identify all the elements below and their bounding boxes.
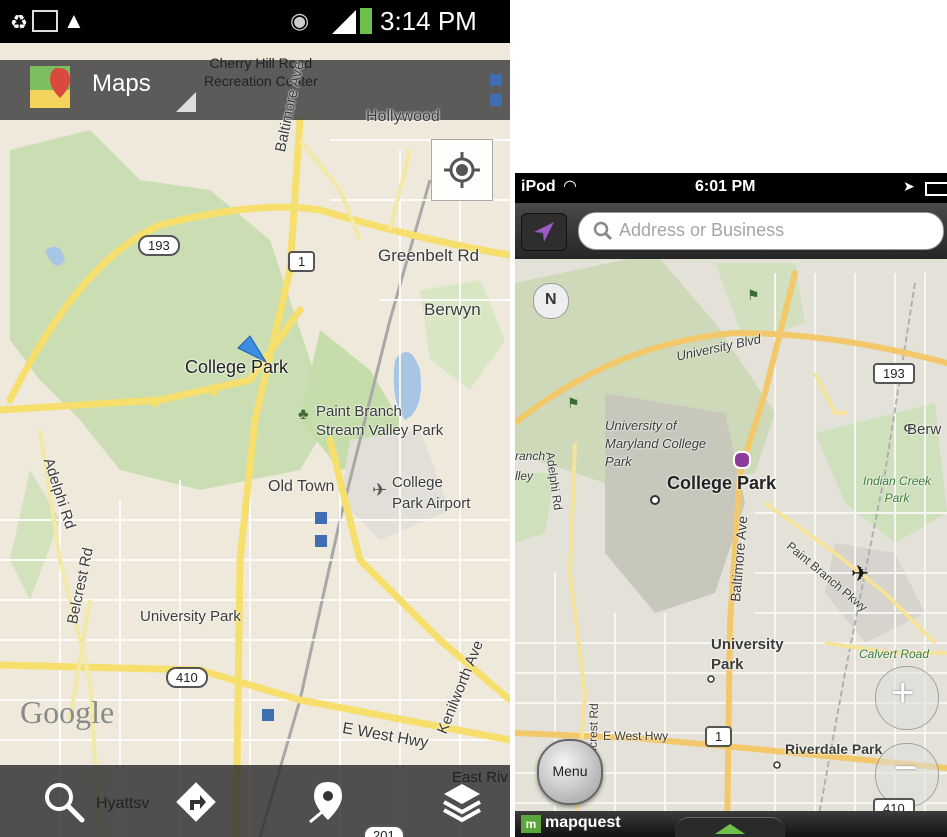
search-icon[interactable] <box>40 778 88 826</box>
airport-icon: ✈ <box>372 480 388 500</box>
drawer-arrow-icon <box>715 824 745 834</box>
map-label-berwyn: Berwyn <box>424 300 481 319</box>
map-label-old-town: Old Town <box>268 478 335 495</box>
map-label-college-park: College Park <box>185 357 289 377</box>
wifi-icon: ◠ <box>563 178 577 195</box>
map-label-berw: Berw <box>907 421 942 438</box>
mapquest-logo-icon: m <box>521 815 541 833</box>
map-label-paint-branch: Paint Branch Stream Valley Park <box>316 403 444 439</box>
maps-logo-icon[interactable] <box>28 62 74 112</box>
bus-stop-icon-4 <box>315 535 327 547</box>
dropdown-corner-icon[interactable] <box>176 92 196 112</box>
locate-me-button[interactable] <box>521 213 567 251</box>
map-label-calvert-road: Calvert Road <box>859 647 930 661</box>
carrier-label: iPod <box>521 178 556 195</box>
zoom-in-button[interactable]: + <box>875 666 939 730</box>
brand-label: mapquest <box>545 814 621 831</box>
app-title: Maps <box>92 70 151 97</box>
battery-icon <box>925 182 947 196</box>
bottom-bar: m mapquest <box>515 811 947 837</box>
search-icon <box>593 221 613 241</box>
google-watermark: Google <box>20 694 115 730</box>
bus-stop-icon-3 <box>315 512 327 524</box>
map-label-hyattsville: Hyattsv <box>96 795 150 812</box>
layers-icon[interactable] <box>438 778 486 826</box>
crosshair-icon <box>444 152 480 188</box>
compass-north: N <box>545 291 557 308</box>
compass-button[interactable]: N <box>533 283 569 319</box>
map-label-branch-fragment: ranch <box>515 449 546 463</box>
status-bar: iPod ◠ 6:01 PM ➤ <box>515 173 947 203</box>
map-label-indian-creek: Indian Creek Park <box>863 474 932 505</box>
recycle-icon: ♻ <box>10 12 28 34</box>
android-maps-screen: ♻ ▲ ◉ 3:14 PM Maps Cherry Hill Road Recr… <box>0 0 510 837</box>
map-label-umd: University of Maryland College Park <box>605 418 707 469</box>
menu-label: Menu <box>552 763 588 779</box>
bus-stop-icon-2 <box>490 94 502 106</box>
map-label-university-park: University Park <box>711 636 784 673</box>
menu-button[interactable]: Menu <box>537 739 603 805</box>
wifi-icon: ◉ <box>290 8 310 33</box>
map-label-greenbelt-rd: Greenbelt Rd <box>378 246 480 265</box>
plus-icon: + <box>891 671 915 715</box>
route-193-shield: 193 <box>873 363 915 384</box>
map-label-hollywood: Hollywood <box>366 108 440 125</box>
route-410-shield: 410 <box>166 667 208 688</box>
minus-icon: − <box>894 746 918 790</box>
my-location-button[interactable] <box>431 139 493 201</box>
airport-icon: ✈ <box>851 561 870 586</box>
image-notification-icon <box>32 10 58 32</box>
map-label-riverdale-park: Riverdale Park <box>785 741 883 757</box>
iphone-mapquest-screen: iPod ◠ 6:01 PM ➤ Address or Business N ⚑… <box>515 173 947 837</box>
us-1-shield: 1 <box>705 726 733 747</box>
status-bar: ♻ ▲ ◉ 3:14 PM <box>0 0 510 43</box>
map-label-e-west-hwy: E West Hwy <box>603 729 669 743</box>
directions-icon[interactable] <box>172 778 220 826</box>
map-label-valley-fragment: lley <box>515 469 534 483</box>
location-services-icon: ➤ <box>903 178 915 194</box>
route-193-shield: 193 <box>138 235 180 256</box>
search-input[interactable]: Address or Business <box>578 212 944 250</box>
location-arrow-icon <box>534 222 554 242</box>
us-1-shield: 1 <box>288 251 316 272</box>
clock: 6:01 PM <box>695 178 756 195</box>
map-label-college-park: College Park <box>667 473 777 493</box>
park-tree-icon: ♣ <box>298 406 309 423</box>
search-placeholder: Address or Business <box>619 220 785 240</box>
drawer-handle[interactable] <box>675 817 785 837</box>
battery-icon <box>360 8 372 34</box>
signal-icon <box>332 10 356 34</box>
flag-icon-2: ⚑ <box>567 395 580 411</box>
map-label-university-park: University Park <box>140 608 241 625</box>
route-201-shield: 201 <box>363 825 405 837</box>
flag-icon: ⚑ <box>747 287 760 303</box>
bus-stop-icon <box>490 74 502 86</box>
map-label-airport: College Park Airport <box>392 474 471 512</box>
clock: 3:14 PM <box>380 6 477 36</box>
places-icon[interactable] <box>302 778 350 826</box>
search-toolbar: Address or Business <box>515 203 947 259</box>
location-pin[interactable] <box>733 451 751 469</box>
bus-stop-icon-5 <box>262 709 274 721</box>
warning-icon: ▲ <box>63 8 85 33</box>
